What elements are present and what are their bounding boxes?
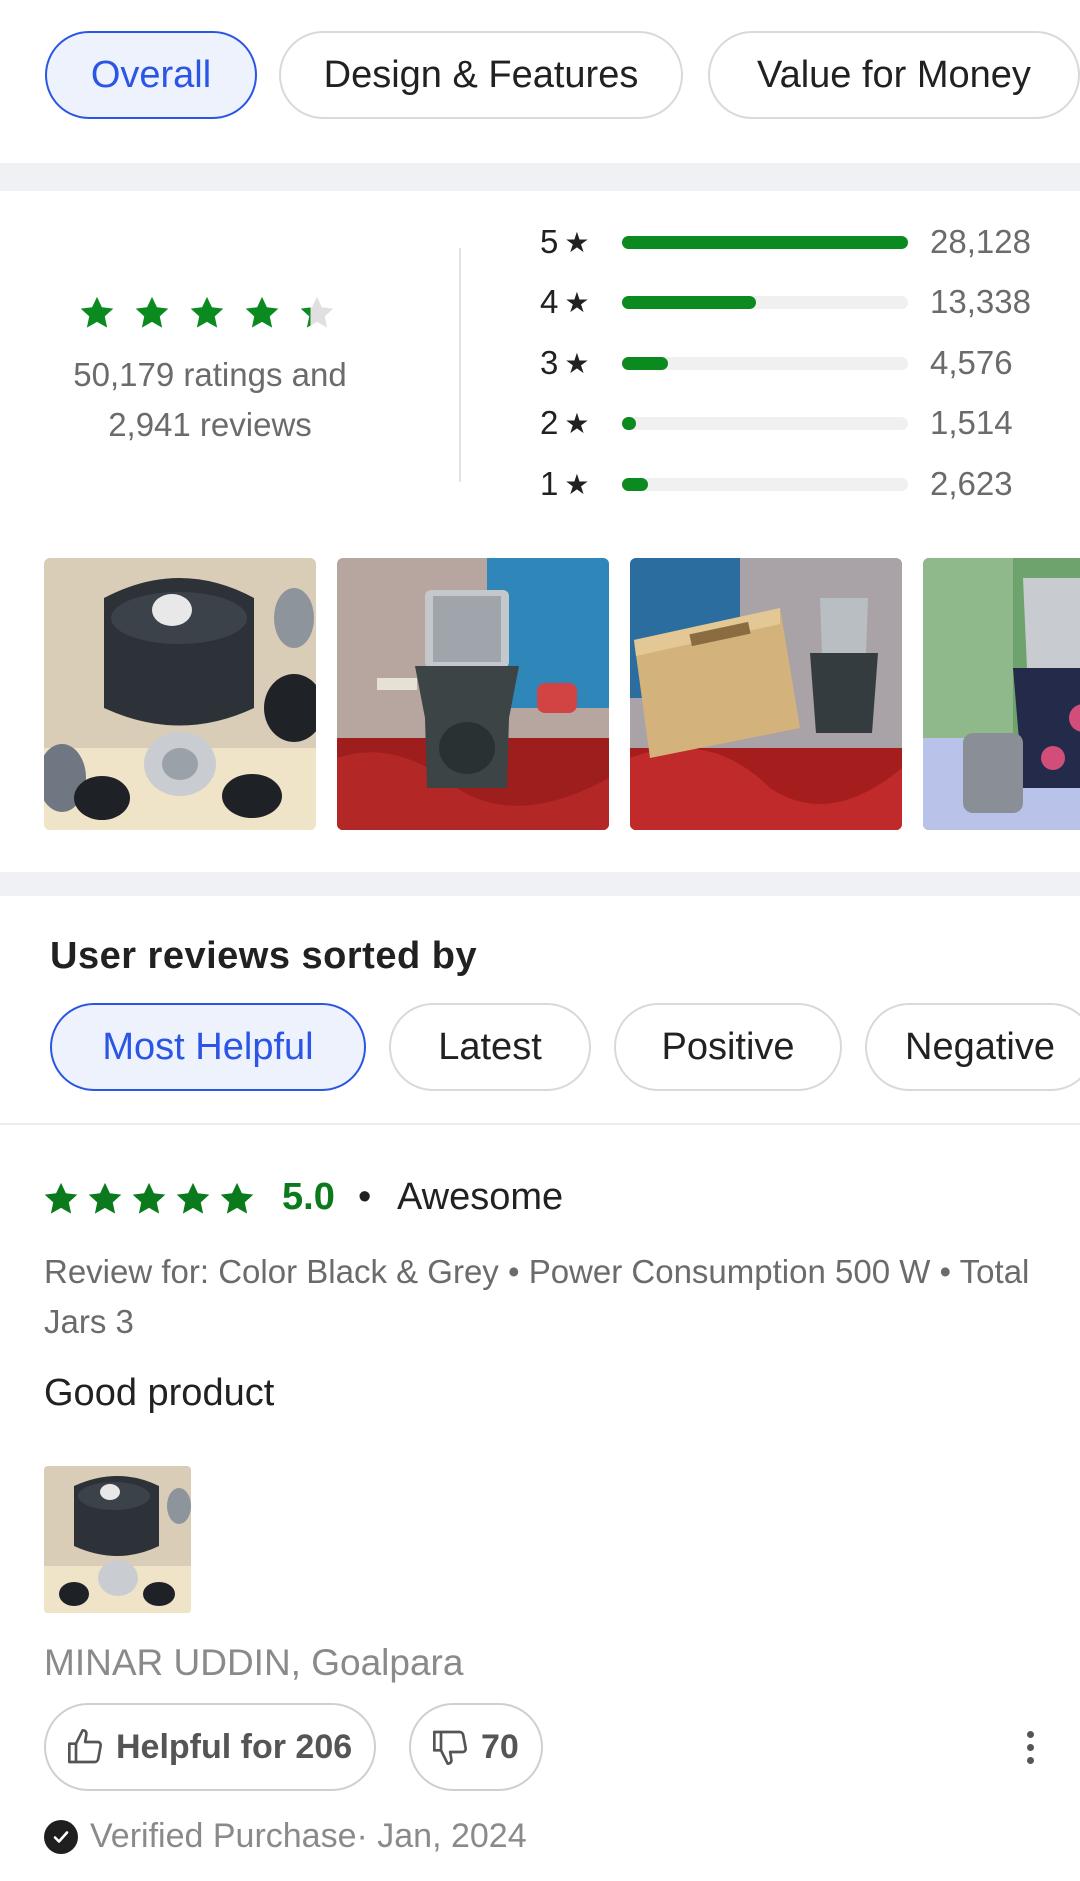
unhelpful-button[interactable]: 70 bbox=[409, 1703, 543, 1791]
customer-photo[interactable] bbox=[44, 558, 316, 830]
section-divider bbox=[0, 872, 1080, 896]
verified-purchase: Verified Purchase· Jan, 2024 bbox=[44, 1817, 527, 1856]
bar-count: 4,576 bbox=[930, 344, 1013, 381]
bar-track bbox=[622, 356, 908, 370]
star-number: 4 bbox=[540, 283, 559, 320]
bar-track bbox=[622, 295, 908, 309]
review-variant-info: Review for: Color Black & Grey • Power C… bbox=[44, 1253, 1030, 1340]
star-number: 2 bbox=[540, 404, 559, 441]
bar-fill bbox=[622, 295, 757, 309]
section-divider bbox=[0, 163, 1080, 191]
review-photo[interactable] bbox=[44, 1466, 191, 1613]
star-number: 1 bbox=[540, 465, 559, 502]
star-icon bbox=[245, 296, 279, 328]
thumbs-down-icon bbox=[433, 1730, 468, 1765]
ratings-count: 50,179 ratings and bbox=[73, 356, 347, 393]
bar-fill bbox=[622, 235, 908, 249]
bar-track bbox=[622, 235, 908, 249]
helpful-button[interactable]: Helpful for 206 bbox=[44, 1703, 376, 1791]
star-icon bbox=[220, 1182, 254, 1214]
sort-chip-latest[interactable]: Latest bbox=[389, 1003, 591, 1091]
star-icon: ★ bbox=[564, 468, 590, 500]
separator-dot: • bbox=[358, 1176, 372, 1218]
sort-chip-negative[interactable]: Negative bbox=[865, 1003, 1080, 1091]
star-icon: ★ bbox=[564, 407, 590, 439]
aspect-chip-value-for-money[interactable]: Value for Money bbox=[708, 31, 1080, 119]
bar-count: 2,623 bbox=[930, 465, 1013, 502]
check-circle-icon bbox=[44, 1819, 78, 1854]
customer-photo[interactable] bbox=[337, 558, 609, 830]
sort-chip-positive[interactable]: Positive bbox=[614, 1003, 842, 1091]
star-icon bbox=[176, 1182, 210, 1214]
unhelpful-count: 70 bbox=[481, 1727, 519, 1766]
more-options-icon[interactable] bbox=[1010, 1722, 1050, 1772]
review-body: Good product bbox=[44, 1372, 275, 1414]
bar-star-label: 2 ★ bbox=[540, 404, 622, 442]
star-icon: ★ bbox=[564, 347, 590, 379]
aspect-chip-design-features[interactable]: Design & Features bbox=[279, 31, 683, 119]
bar-track bbox=[622, 477, 908, 491]
rating-bar-row[interactable]: 3 ★ 4,576 bbox=[540, 343, 1060, 383]
bar-fill bbox=[622, 416, 637, 430]
star-icon bbox=[190, 296, 224, 328]
sort-chip-most-helpful[interactable]: Most Helpful bbox=[50, 1003, 366, 1091]
review-rating-stars bbox=[42, 1180, 256, 1218]
product-photo-mixer-icon bbox=[337, 558, 609, 830]
bar-fill bbox=[622, 356, 668, 370]
bar-count: 28,128 bbox=[930, 223, 1031, 260]
bar-star-label: 1 ★ bbox=[540, 465, 622, 503]
aspect-chip-overall[interactable]: Overall bbox=[45, 31, 257, 119]
star-icon bbox=[80, 296, 114, 328]
bar-star-label: 5 ★ bbox=[540, 223, 622, 261]
bar-fill bbox=[622, 477, 648, 491]
product-photo-parts-icon bbox=[44, 1466, 191, 1613]
card-divider bbox=[0, 1123, 1080, 1125]
customer-photo[interactable] bbox=[923, 558, 1080, 830]
star-icon bbox=[300, 296, 334, 328]
review-author: MINAR UDDIN, Goalpara bbox=[44, 1642, 464, 1683]
product-photo-parts-icon bbox=[44, 558, 316, 830]
review-title: Awesome bbox=[397, 1176, 564, 1218]
rating-bar-row[interactable]: 2 ★ 1,514 bbox=[540, 403, 1060, 443]
product-photo-box-icon bbox=[630, 558, 902, 830]
ratings-summary: 50,179 ratings and 2,941 reviews bbox=[40, 350, 380, 450]
overall-rating-stars bbox=[78, 294, 336, 332]
star-icon bbox=[44, 1182, 78, 1214]
thumbs-up-icon bbox=[68, 1729, 103, 1764]
star-icon: ★ bbox=[564, 226, 590, 258]
rating-bar-row[interactable]: 4 ★ 13,338 bbox=[540, 282, 1060, 322]
star-number: 5 bbox=[540, 223, 559, 260]
aspect-filter-bar: Overall Design & Features Value for Mone… bbox=[0, 0, 1080, 163]
star-icon bbox=[88, 1182, 122, 1214]
bar-count: 13,338 bbox=[930, 283, 1031, 320]
bar-count: 1,514 bbox=[930, 404, 1013, 441]
bar-track bbox=[622, 416, 908, 430]
customer-photo[interactable] bbox=[630, 558, 902, 830]
summary-divider bbox=[459, 248, 461, 482]
sort-title: User reviews sorted by bbox=[50, 935, 478, 977]
rating-bar-row[interactable]: 1 ★ 2,623 bbox=[540, 464, 1060, 504]
bar-star-label: 3 ★ bbox=[540, 344, 622, 382]
star-icon bbox=[132, 1182, 166, 1214]
product-photo-jars-icon bbox=[923, 558, 1080, 830]
bar-star-label: 4 ★ bbox=[540, 283, 622, 321]
verified-text: Verified Purchase· Jan, 2024 bbox=[90, 1817, 527, 1855]
star-number: 3 bbox=[540, 344, 559, 381]
helpful-label: Helpful for 206 bbox=[116, 1727, 353, 1766]
star-icon: ★ bbox=[564, 286, 590, 318]
star-icon bbox=[135, 296, 169, 328]
rating-bar-row[interactable]: 5 ★ 28,128 bbox=[540, 222, 1060, 262]
reviews-count: 2,941 reviews bbox=[108, 406, 312, 443]
review-score: 5.0 bbox=[282, 1176, 335, 1218]
customer-photos-row bbox=[0, 558, 1080, 832]
